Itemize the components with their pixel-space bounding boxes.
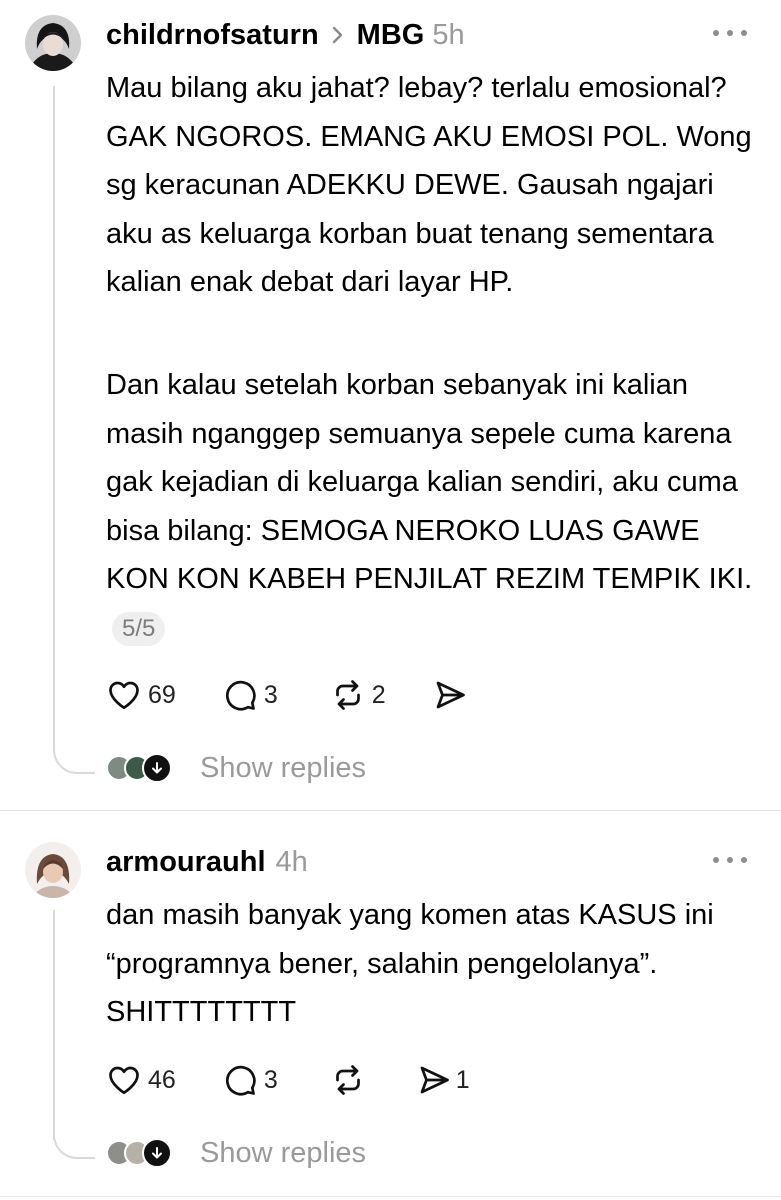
share-count: 1: [455, 1065, 470, 1094]
share-button[interactable]: 1: [416, 1062, 470, 1098]
post-text-content: Dan kalau setelah korban sebanyak ini ka…: [106, 369, 753, 595]
post-text: dan masih banyak yang komen atas KASUS i…: [106, 899, 714, 1028]
comment-count: 3: [263, 1065, 278, 1094]
comment-button[interactable]: 3: [222, 1062, 278, 1098]
post-header: childrnofsaturn MBG 5h: [106, 15, 465, 55]
show-replies-button[interactable]: Show replies: [200, 1137, 366, 1170]
page-indicator: 5/5: [112, 611, 166, 646]
username[interactable]: childrnofsaturn: [106, 19, 319, 52]
comment-bubble-icon: [222, 1062, 258, 1098]
repost-button[interactable]: [330, 1062, 366, 1098]
chevron-right-icon: [331, 25, 345, 45]
timestamp: 5h: [432, 18, 465, 51]
heart-icon: [106, 677, 142, 713]
thread-line-curve: [53, 1131, 95, 1159]
post-text: Dan kalau setelah korban sebanyak ini ka…: [106, 361, 756, 652]
avatar[interactable]: [25, 15, 81, 71]
post-header: armourauhl 4h: [106, 842, 308, 882]
username[interactable]: armourauhl: [106, 846, 266, 879]
post-text: Mau bilang aku jahat? lebay? terlalu emo…: [106, 72, 752, 298]
arrow-down-icon: [142, 1138, 172, 1168]
repost-icon: [330, 1062, 366, 1098]
comment-count: 3: [263, 680, 278, 709]
comment-bubble-icon: [222, 677, 258, 713]
like-count: 69: [148, 680, 176, 709]
reply-post: armourauhl 4h dan masih banyak yang kome…: [0, 811, 781, 1200]
repost-button[interactable]: 2: [330, 677, 386, 713]
more-dots-icon[interactable]: [713, 28, 747, 38]
action-bar: 69 3 2: [106, 675, 468, 715]
community-name[interactable]: MBG: [357, 19, 425, 52]
arrow-down-icon: [142, 753, 172, 783]
show-replies-row[interactable]: Show replies: [106, 748, 366, 788]
like-count: 46: [148, 1065, 176, 1094]
heart-icon: [106, 1062, 142, 1098]
show-replies-row[interactable]: Show replies: [106, 1133, 366, 1173]
show-replies-button[interactable]: Show replies: [200, 752, 366, 785]
avatar[interactable]: [25, 842, 81, 898]
more-dots-icon[interactable]: [713, 855, 747, 865]
thread-post: childrnofsaturn MBG 5h Mau bilang aku ja…: [0, 0, 781, 805]
share-button[interactable]: [432, 677, 468, 713]
repost-count: 2: [371, 680, 386, 709]
thread-line: [53, 910, 55, 1140]
thread-line: [53, 86, 55, 746]
repost-icon: [330, 677, 366, 713]
like-button[interactable]: 46: [106, 1062, 176, 1098]
action-bar: 46 3 1: [106, 1060, 470, 1100]
thread-line-curve: [53, 746, 95, 774]
comment-button[interactable]: 3: [222, 677, 278, 713]
send-icon: [416, 1062, 452, 1098]
timestamp: 4h: [275, 845, 308, 878]
divider: [0, 1196, 781, 1197]
send-icon: [432, 677, 468, 713]
like-button[interactable]: 69: [106, 677, 176, 713]
